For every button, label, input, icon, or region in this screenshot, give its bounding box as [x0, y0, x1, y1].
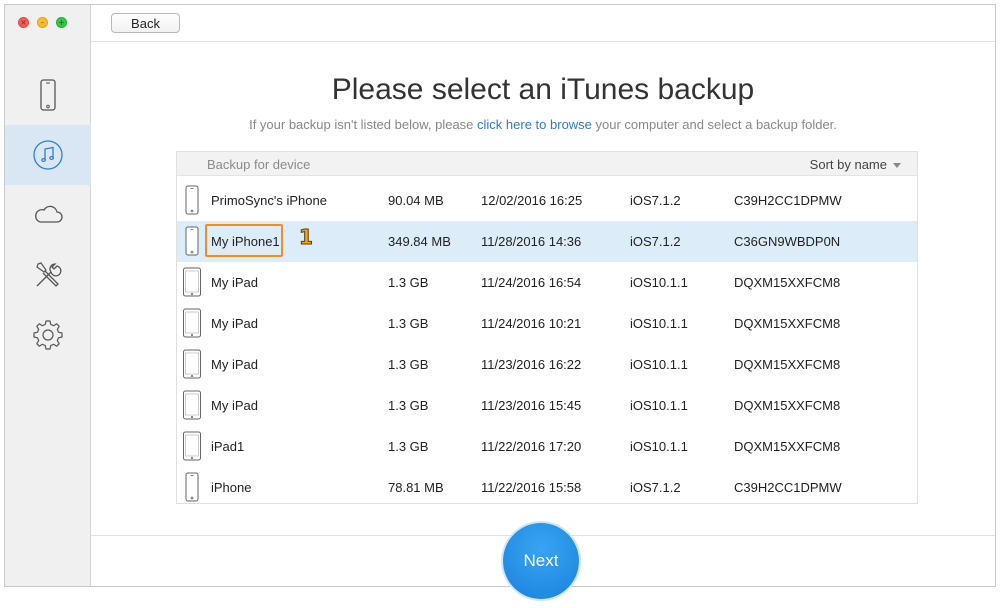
table-row[interactable]: iPhone 78.81 MB 11/22/2016 15:58 iOS7.1.2 C3…	[177, 467, 917, 508]
table-row[interactable]: My iPad 1.3 GB 11/24/2016 10:21 iOS10.1.1 DQ…	[177, 303, 917, 344]
sidebar-item-icloud[interactable]	[5, 185, 91, 245]
window-zoom-button[interactable]: +	[56, 17, 67, 28]
backup-date: 11/28/2016 14:36	[481, 234, 582, 249]
backup-size: 1.3 GB	[388, 357, 429, 372]
table-row[interactable]: iPad1 1.3 GB 11/22/2016 17:20 iOS10.1.1 DQXM…	[177, 426, 917, 467]
step-1-badge: 1	[299, 225, 314, 250]
ipad-icon	[183, 349, 201, 379]
backup-date: 11/23/2016 15:45	[481, 398, 582, 413]
music-note-icon	[33, 140, 63, 170]
backup-ios-version: iOS7.1.2	[630, 193, 681, 208]
iphone-icon	[185, 472, 199, 502]
backup-date: 11/24/2016 10:21	[481, 316, 582, 331]
ipad-icon	[183, 267, 201, 297]
sort-dropdown[interactable]: Sort by name	[810, 157, 901, 172]
backup-serial: DQXM15XXFCM8	[734, 357, 841, 372]
table-row[interactable]: My iPad 1.3 GB 11/23/2016 15:45 iOS10.1.1 DQ…	[177, 385, 917, 426]
sidebar-item-itunes[interactable]	[5, 125, 91, 185]
backup-device-name: My iPad	[211, 357, 258, 372]
backup-date: 12/02/2016 16:25	[481, 193, 583, 208]
back-button[interactable]: Back	[111, 13, 180, 33]
backup-ios-version: iOS7.1.2	[630, 480, 681, 495]
backup-size: 1.3 GB	[388, 275, 429, 290]
page-subtitle: If your backup isn't listed below, pleas…	[91, 117, 995, 132]
page-title: Please select an iTunes backup	[331, 73, 755, 106]
ipad-icon	[183, 390, 201, 420]
backup-ios-version: iOS10.1.1	[630, 316, 688, 331]
table-row[interactable]: PrimoSync's iPhone 90.04 MB 12/02/2016 16:…	[177, 180, 917, 221]
backup-ios-version: iOS7.1.2	[630, 234, 681, 249]
backup-serial: C39H2CC1DPMW	[734, 193, 842, 208]
minimize-icon: –	[40, 18, 45, 27]
window-close-button[interactable]: ×	[18, 17, 29, 28]
backup-serial: C36GN9WBDP0N	[734, 234, 841, 249]
sidebar: × – +	[5, 5, 91, 586]
backup-serial: DQXM15XXFCM8	[734, 316, 841, 331]
table-header: Backup for device Sort by name	[177, 152, 917, 176]
close-icon: ×	[20, 18, 27, 27]
backup-size: 1.3 GB	[388, 398, 429, 413]
backup-table: Backup for device Sort by name PrimoSync…	[176, 151, 918, 504]
backup-device-name: My iPad	[211, 398, 258, 413]
window-minimize-button[interactable]: –	[37, 17, 48, 28]
backup-device-name: PrimoSync's iPhone	[211, 193, 327, 208]
backup-date: 11/22/2016 17:20	[481, 439, 582, 454]
next-button[interactable]: Next	[503, 523, 579, 599]
backup-size: 90.04 MB	[388, 193, 444, 208]
sort-label: Sort by name	[809, 157, 887, 172]
backup-serial: DQXM15XXFCM8	[734, 275, 841, 290]
table-row[interactable]: My iPhone1 349.84 MB 11/28/2016 14:36 iOS7.…	[177, 221, 917, 262]
backup-ios-version: iOS10.1.1	[630, 357, 688, 372]
sidebar-item-device[interactable]	[5, 65, 91, 125]
backup-size: 1.3 GB	[388, 439, 429, 454]
backup-date: 11/24/2016 16:54	[481, 275, 582, 290]
backup-date: 11/22/2016 15:58	[481, 480, 582, 495]
backup-device-name: iPad1	[211, 439, 245, 454]
backup-serial: C39H2CC1DPMW	[734, 480, 842, 495]
backup-device-name: My iPad	[211, 275, 258, 290]
column-header-device: Backup for device	[207, 157, 311, 172]
selection-highlight-box	[205, 224, 283, 257]
sidebar-item-tools[interactable]	[5, 245, 91, 305]
backup-device-name: My iPad	[211, 316, 258, 331]
table-row[interactable]: My iPad 1.3 GB 11/24/2016 16:54 iOS10.1.1 DQ…	[177, 262, 917, 303]
caret-down-icon	[893, 163, 901, 169]
gear-icon	[33, 320, 63, 350]
iphone-icon	[185, 185, 199, 215]
table-row[interactable]: My iPad 1.3 GB 11/23/2016 16:22 iOS10.1.1 DQ…	[177, 344, 917, 385]
sidebar-item-settings[interactable]	[5, 305, 91, 365]
ipad-icon	[183, 431, 201, 461]
tools-icon	[36, 262, 62, 287]
backup-ios-version: iOS10.1.1	[630, 439, 688, 454]
backup-size: 1.3 GB	[388, 316, 429, 331]
zoom-icon: +	[58, 18, 65, 27]
backup-ios-version: iOS10.1.1	[630, 275, 688, 290]
iphone-icon	[185, 226, 199, 256]
subtitle-text-before: If your backup isn't listed below, pleas…	[249, 117, 478, 132]
backup-serial: DQXM15XXFCM8	[734, 439, 841, 454]
backup-ios-version: iOS10.1.1	[630, 398, 688, 413]
backup-size: 78.81 MB	[388, 480, 444, 495]
toolbar: Back	[91, 5, 995, 42]
backup-date: 11/23/2016 16:22	[481, 357, 582, 372]
subtitle-text-after: your computer and select a backup folder…	[591, 117, 837, 132]
backup-serial: DQXM15XXFCM8	[734, 398, 841, 413]
cloud-icon	[35, 205, 63, 223]
iphone-icon	[40, 79, 56, 111]
ipad-icon	[183, 308, 201, 338]
browse-link[interactable]: click here to browse	[477, 117, 592, 132]
backup-size: 349.84 MB	[388, 234, 451, 249]
app-window: × – + Back Please select an iTunes backu…	[4, 4, 996, 587]
backup-device-name: iPhone	[211, 480, 252, 495]
